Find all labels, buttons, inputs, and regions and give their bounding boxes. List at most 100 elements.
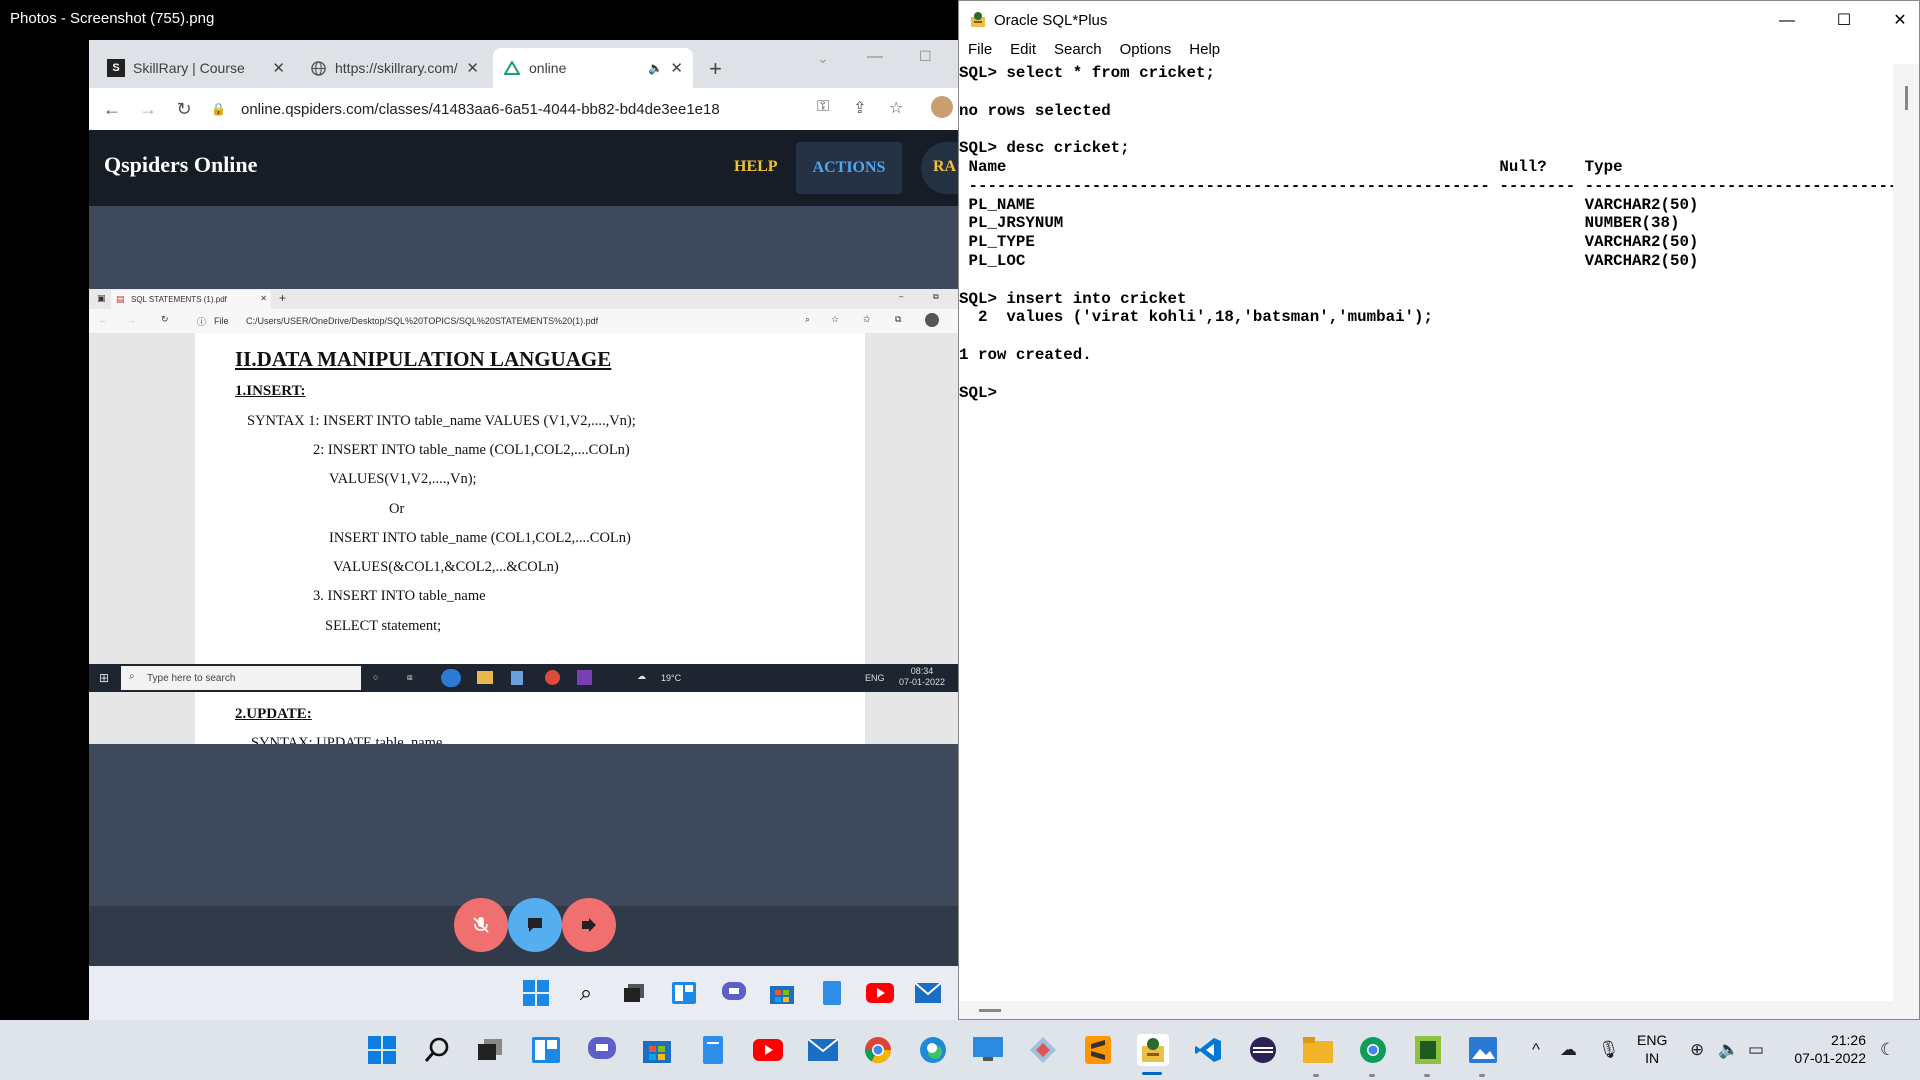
onenote-icon bbox=[577, 670, 592, 685]
sqlplus-window: Oracle SQL*Plus — ☐ ✕ File Edit Search O… bbox=[958, 0, 1920, 1020]
console-line: PL_LOC VARCHAR2(50) bbox=[959, 251, 1699, 270]
sqlplus-title-bar: Oracle SQL*Plus — ☐ ✕ bbox=[959, 1, 1919, 41]
edge-icon[interactable] bbox=[917, 1034, 949, 1066]
menu-edit[interactable]: Edit bbox=[1010, 41, 1036, 63]
profile-avatar[interactable] bbox=[931, 96, 953, 118]
close-tab-icon[interactable]: ✕ bbox=[272, 59, 285, 77]
file-label: File bbox=[214, 316, 229, 326]
clock[interactable]: 21:26 07-01-2022 bbox=[1788, 1031, 1866, 1067]
back-icon[interactable]: ← bbox=[94, 99, 130, 120]
task-view-icon[interactable] bbox=[474, 1034, 506, 1066]
remote-desktop-icon[interactable] bbox=[972, 1034, 1004, 1066]
pdf-file-icon: ▤ bbox=[116, 294, 125, 304]
volume-icon[interactable]: 🔈 bbox=[1718, 1040, 1739, 1060]
gitkraken-icon[interactable] bbox=[1027, 1034, 1059, 1066]
date: 07-01-2022 bbox=[1794, 1050, 1866, 1066]
console-line: SQL> bbox=[959, 383, 1007, 402]
close-tab-icon[interactable]: ✕ bbox=[466, 59, 479, 77]
forward-icon[interactable]: → bbox=[130, 99, 166, 120]
date: 07-01-2022 bbox=[899, 677, 946, 687]
chat-button[interactable] bbox=[508, 898, 562, 952]
file-explorer-icon bbox=[477, 671, 493, 684]
globe-icon bbox=[309, 59, 327, 77]
windows-start-icon[interactable] bbox=[366, 1034, 398, 1066]
widgets-icon[interactable] bbox=[530, 1034, 562, 1066]
reload-icon[interactable]: ↻ bbox=[166, 99, 202, 120]
browser-tab-skillrary[interactable]: S SkillRary | Course ✕ bbox=[97, 48, 295, 88]
exit-icon bbox=[582, 918, 596, 932]
leave-button[interactable] bbox=[562, 898, 616, 952]
eclipse-icon[interactable] bbox=[1247, 1034, 1279, 1066]
vertical-scrollbar[interactable] bbox=[1893, 64, 1919, 1001]
microphone-icon[interactable]: 🎙 bbox=[1598, 1040, 1620, 1060]
chrome-icon[interactable] bbox=[862, 1034, 894, 1066]
bookmark-star-icon[interactable]: ☆ bbox=[889, 98, 903, 118]
qspiders-icon bbox=[503, 59, 521, 77]
chrome-dev-icon[interactable] bbox=[1357, 1034, 1389, 1066]
help-link[interactable]: HELP bbox=[734, 158, 778, 176]
sublime-text-icon[interactable] bbox=[1082, 1034, 1114, 1066]
profile-avatar bbox=[925, 313, 939, 327]
reload-icon: ↻ bbox=[161, 314, 169, 324]
pdf-line: 3. INSERT INTO table_name bbox=[313, 588, 486, 604]
pdf-tab-label: SQL STATEMENTS (1).pdf bbox=[131, 295, 227, 304]
sqlplus-console[interactable]: SQL> select * from cricket; no rows sele… bbox=[959, 64, 1893, 1001]
search-icon[interactable] bbox=[421, 1034, 453, 1066]
menu-file[interactable]: File bbox=[968, 41, 992, 63]
language-indicator[interactable]: ENG IN bbox=[1637, 1031, 1667, 1067]
console-line: 2 values ('virat kohli',18,'batsman','mu… bbox=[959, 308, 1433, 327]
address-bar[interactable]: 🔒 online.qspiders.com/classes/41483aa6-6… bbox=[211, 94, 791, 124]
minimize-icon[interactable]: — bbox=[1764, 7, 1810, 35]
menu-options[interactable]: Options bbox=[1120, 41, 1172, 63]
console-line: PL_TYPE VARCHAR2(50) bbox=[959, 233, 1699, 252]
console-line: SQL> select * from cricket; bbox=[959, 64, 1215, 82]
search-icon: ⌕ bbox=[579, 980, 593, 1005]
tab-search-icon[interactable]: ⌄ bbox=[817, 50, 829, 67]
close-icon[interactable]: ✕ bbox=[1877, 7, 1920, 35]
onedrive-icon[interactable]: ☁ bbox=[1560, 1040, 1577, 1060]
scroll-thumb[interactable] bbox=[979, 1009, 1001, 1012]
browser-tab-online[interactable]: online 🔈 ✕ bbox=[493, 48, 693, 88]
pdf-path: C:/Users/USER/OneDrive/Desktop/SQL%20TOP… bbox=[246, 316, 599, 326]
close-tab-icon[interactable]: ✕ bbox=[670, 59, 683, 77]
browser-tab-skillrary-url[interactable]: https://skillrary.com/ ✕ bbox=[299, 48, 489, 88]
horizontal-scrollbar[interactable] bbox=[959, 1001, 1919, 1019]
mail-icon[interactable] bbox=[807, 1034, 839, 1066]
youtube-icon[interactable] bbox=[752, 1034, 784, 1066]
menu-help[interactable]: Help bbox=[1189, 41, 1220, 63]
speaker-icon[interactable]: 🔈 bbox=[648, 61, 663, 75]
menu-search[interactable]: Search bbox=[1054, 41, 1102, 63]
sqlplus-taskbar-icon[interactable] bbox=[1137, 1034, 1169, 1066]
pdf-update-heading: 2.UPDATE: bbox=[235, 706, 312, 722]
file-explorer-icon[interactable] bbox=[1302, 1034, 1334, 1066]
pdf-insert-heading: 1.INSERT: bbox=[235, 383, 306, 399]
photos-icon[interactable] bbox=[1467, 1034, 1499, 1066]
key-icon[interactable]: ⚿ bbox=[817, 98, 829, 116]
photo-taskbar: ⌕ bbox=[89, 966, 959, 1020]
show-hidden-icons-icon[interactable]: ^ bbox=[1532, 1040, 1540, 1060]
store-icon[interactable] bbox=[641, 1034, 673, 1066]
pdf-line: SELECT statement; bbox=[325, 618, 442, 634]
teams-chat-icon[interactable] bbox=[586, 1034, 618, 1066]
scroll-thumb[interactable] bbox=[1905, 86, 1908, 110]
vscode-icon[interactable] bbox=[1192, 1034, 1224, 1066]
notification-icon[interactable]: ☾ bbox=[1880, 1040, 1895, 1060]
network-icon[interactable]: ⊕ bbox=[1690, 1040, 1704, 1060]
new-tab-button[interactable]: + bbox=[709, 56, 722, 82]
minimize-icon[interactable]: — bbox=[867, 48, 883, 66]
mute-mic-button[interactable] bbox=[454, 898, 508, 952]
actions-button[interactable]: ACTIONS bbox=[796, 142, 902, 194]
maximize-icon[interactable]: ☐ bbox=[1821, 7, 1867, 35]
pdf-line: Or bbox=[389, 501, 405, 517]
battery-icon[interactable]: ▭ bbox=[1748, 1040, 1764, 1060]
console-line: PL_JRSYNUM NUMBER(38) bbox=[959, 214, 1680, 233]
pdf-line: SYNTAX 1: INSERT INTO table_name VALUES … bbox=[247, 413, 636, 429]
notepad-icon[interactable] bbox=[697, 1034, 729, 1066]
share-icon[interactable]: ⇪ bbox=[853, 98, 866, 118]
notepad-plus-icon[interactable] bbox=[1412, 1034, 1444, 1066]
maximize-icon[interactable]: ☐ bbox=[919, 48, 932, 65]
shared-search-box: ⌕ Type here to search bbox=[121, 666, 361, 690]
windows-taskbar: ^ ☁ 🎙 ENG IN ⊕ 🔈 ▭ 21:26 07-01-2022 ☾ bbox=[0, 1020, 1920, 1080]
